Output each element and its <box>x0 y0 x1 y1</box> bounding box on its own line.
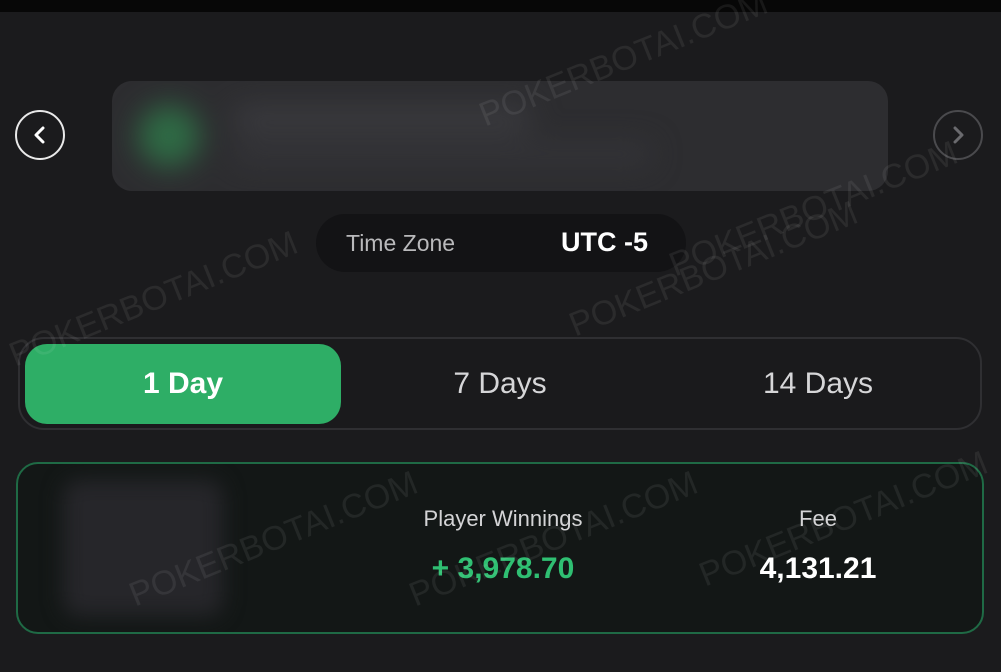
player-winnings-value: + 3,978.70 <box>431 552 575 585</box>
period-tabs: 1 Day 7 Days 14 Days <box>18 337 982 430</box>
club-card[interactable] <box>112 81 888 191</box>
chevron-left-icon <box>34 126 45 144</box>
redacted-club-info <box>112 81 888 191</box>
avatar <box>138 105 200 167</box>
redacted-player-info <box>63 480 223 616</box>
next-button[interactable] <box>933 110 983 160</box>
fee-value: 4,131.21 <box>759 552 877 585</box>
player-winnings-label: Player Winnings <box>423 506 583 531</box>
tab-7-days[interactable]: 7 Days <box>350 344 650 424</box>
tab-14-days[interactable]: 14 Days <box>660 344 976 424</box>
stats-card: Player Winnings + 3,978.70 Fee 4,131.21 <box>16 462 984 634</box>
fee-label: Fee <box>799 506 837 531</box>
status-bar <box>0 0 1001 12</box>
timezone-value: UTC -5 <box>561 227 648 257</box>
timezone-selector[interactable]: Time Zone UTC -5 <box>316 214 686 272</box>
timezone-label: Time Zone <box>346 230 456 256</box>
chevron-right-icon <box>953 126 964 144</box>
app-screen: Time Zone UTC -5 1 Day 7 Days 14 Days Pl… <box>0 0 1001 672</box>
previous-button[interactable] <box>15 110 65 160</box>
tab-1-day[interactable]: 1 Day <box>25 344 341 424</box>
